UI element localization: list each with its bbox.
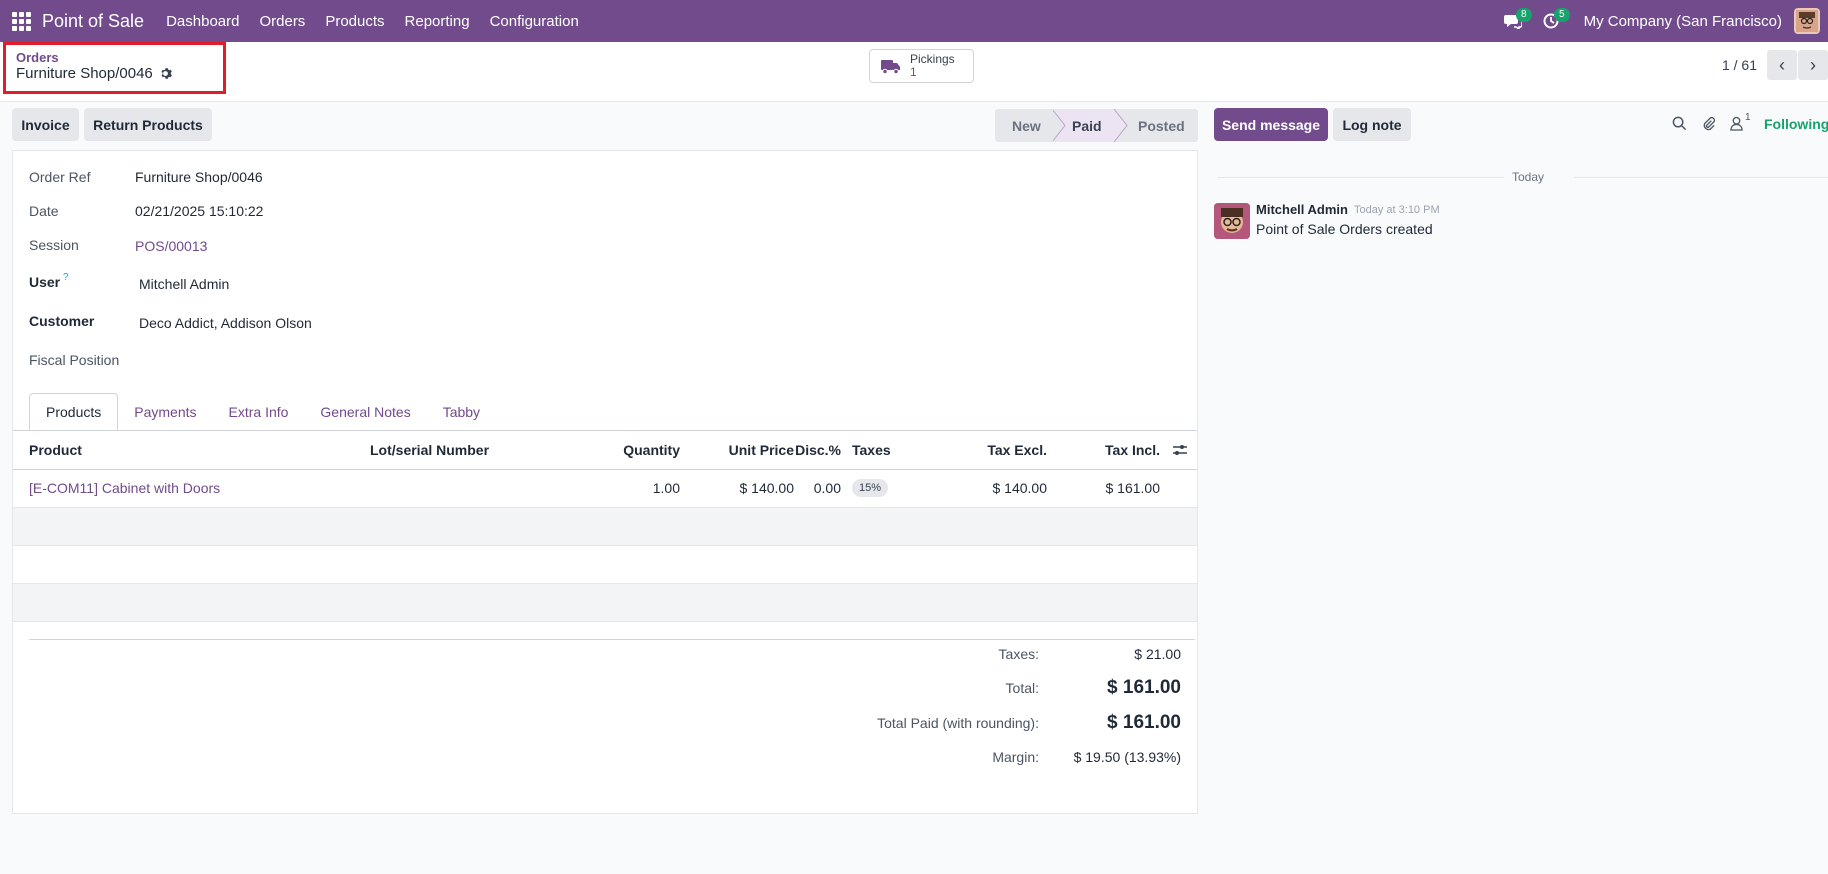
chatter-toolbar: 1 [1672,112,1751,131]
row-tax-incl: $ 161.00 [1105,480,1161,496]
empty-row [13,584,1197,622]
menu-configuration[interactable]: Configuration [490,13,579,30]
form-sheet: Order Ref Furniture Shop/0046 Date 02/21… [12,150,1198,814]
date-separator: Today [1218,170,1828,184]
col-taxes[interactable]: Taxes [852,442,891,458]
row-tax-excl: $ 140.00 [992,480,1048,496]
avatar-face-icon [1214,203,1250,239]
user-help-tooltip[interactable]: ? [63,272,69,283]
following-button[interactable]: Following [1764,116,1828,132]
col-product[interactable]: Product [29,442,82,458]
user-label: User [29,274,61,290]
row-discount: 0.00 [813,480,841,496]
order-ref-value: Furniture Shop/0046 [135,169,263,185]
message-author-avatar[interactable] [1214,203,1250,239]
pager-next-button[interactable]: › [1798,50,1828,80]
col-tax-incl[interactable]: Tax Incl. [1105,442,1160,458]
total-paid-label: Total Paid (with rounding): [877,715,1039,731]
stage-arrow [1052,109,1066,142]
notebook-tabs: Products Payments Extra Info General Not… [29,393,496,431]
tab-general-notes[interactable]: General Notes [304,393,426,431]
date-value: 02/21/2025 15:10:22 [135,203,264,219]
status-bar: New Paid Posted [995,109,1198,142]
pager-previous-button[interactable]: ‹ [1767,50,1797,80]
truck-icon [881,60,900,75]
apps-menu-icon[interactable] [0,0,42,42]
row-product[interactable]: [E-COM11] Cabinet with Doors [29,480,220,496]
top-navbar: Point of Sale Dashboard Orders Products … [0,0,1828,42]
customer-value[interactable]: Deco Addict, Addison Olson [139,315,312,331]
taxes-total-label: Taxes: [998,646,1039,662]
session-link[interactable]: POS/00013 [135,238,207,254]
pickings-count: 1 [910,65,917,79]
menu-reporting[interactable]: Reporting [405,13,470,30]
send-message-button[interactable]: Send message [1214,108,1328,141]
message-time: Today at 3:10 PM [1354,204,1440,216]
taxes-total-value: $ 21.00 [1134,646,1181,662]
grand-total-value: $ 161.00 [1107,677,1181,698]
col-lot-serial[interactable]: Lot/serial Number [370,442,489,458]
date-separator-label: Today [1504,170,1553,184]
chevron-left-icon: ‹ [1779,54,1785,75]
total-paid-value: $ 161.00 [1107,712,1181,733]
optional-columns-icon[interactable] [1172,443,1188,457]
tab-tabby[interactable]: Tabby [427,393,496,431]
tab-extra-info[interactable]: Extra Info [213,393,305,431]
totals-separator [29,639,1195,640]
message-author[interactable]: Mitchell Admin [1256,202,1348,217]
message-body: Point of Sale Orders created [1256,221,1433,237]
order-ref-label: Order Ref [29,169,91,185]
paperclip-icon[interactable] [1701,116,1716,131]
tab-products[interactable]: Products [29,393,119,431]
menu-products[interactable]: Products [325,13,384,30]
stage-arrow [1114,109,1128,142]
col-discount[interactable]: Disc.% [795,442,841,458]
date-label: Date [29,203,59,219]
messages-button[interactable]: 8 [1498,6,1532,36]
table-row[interactable]: [E-COM11] Cabinet with Doors 1.00 $ 140.… [13,470,1197,508]
grand-total-label: Total: [1005,680,1039,696]
menu-orders[interactable]: Orders [259,13,305,30]
pager-value[interactable]: 1 / 61 [1722,57,1757,73]
margin-value: $ 19.50 (13.93%) [1073,749,1181,765]
company-switcher[interactable]: My Company (San Francisco) [1584,13,1782,30]
app-name[interactable]: Point of Sale [42,11,144,32]
session-label: Session [29,237,79,253]
followers-button[interactable]: 1 [1730,112,1751,131]
user-value[interactable]: Mitchell Admin [139,276,229,292]
row-tax-badge: 15% [852,479,889,497]
invoice-button[interactable]: Invoice [12,108,79,141]
row-quantity: 1.00 [652,480,680,496]
col-tax-excl[interactable]: Tax Excl. [987,442,1047,458]
activities-count-badge: 5 [1554,8,1570,22]
return-products-button[interactable]: Return Products [84,108,212,141]
user-icon [1730,116,1743,131]
stage-paid[interactable]: Paid [1066,109,1114,142]
avatar-face-icon [1796,10,1818,32]
breadcrumb-highlight [3,42,226,94]
tab-payments[interactable]: Payments [118,393,212,431]
empty-row [13,508,1197,546]
lines-table-header: Product Lot/serial Number Quantity Unit … [13,430,1197,470]
margin-label: Margin: [992,749,1039,765]
col-quantity[interactable]: Quantity [623,442,680,458]
empty-row [13,546,1197,584]
activities-button[interactable]: 5 [1536,6,1570,36]
chevron-right-icon: › [1810,54,1816,75]
row-unit-price: $ 140.00 [739,480,795,496]
messages-count-badge: 8 [1516,8,1532,22]
fiscal-position-label: Fiscal Position [29,352,120,368]
menu-dashboard[interactable]: Dashboard [166,13,239,30]
search-icon[interactable] [1672,116,1687,131]
stage-posted[interactable]: Posted [1128,109,1198,142]
user-avatar[interactable] [1794,8,1820,34]
stage-new[interactable]: New [995,109,1053,142]
col-unit-price[interactable]: Unit Price [729,442,794,458]
customer-label: Customer [29,313,95,329]
followers-count: 1 [1745,112,1751,123]
log-note-button[interactable]: Log note [1333,108,1411,141]
pickings-smart-button[interactable]: Pickings 1 [869,49,974,83]
